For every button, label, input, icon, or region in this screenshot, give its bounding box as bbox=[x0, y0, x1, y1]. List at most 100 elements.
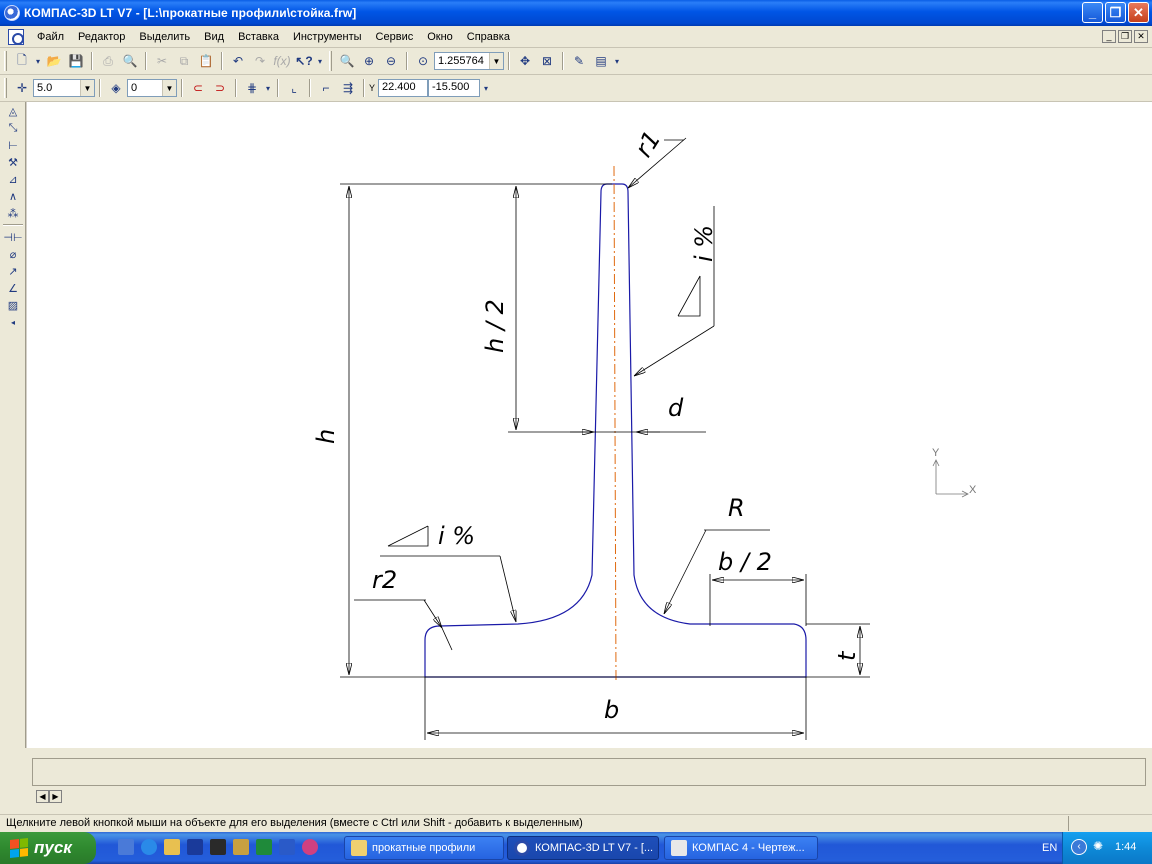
properties-field[interactable] bbox=[32, 758, 1146, 786]
task-kompas-lt[interactable]: КОМПАС-3D LT V7 - [... bbox=[507, 836, 659, 860]
menu-file[interactable]: Файл bbox=[30, 31, 71, 43]
drawing-svg[interactable]: h h / 2 d r1 i % R b / 2 t i % r2 b Y X bbox=[27, 102, 1152, 748]
quicklaunch-paint-icon[interactable] bbox=[233, 839, 249, 855]
menu-help[interactable]: Справка bbox=[460, 31, 517, 43]
hatch-icon[interactable]: ▨ bbox=[3, 297, 23, 313]
select-icon[interactable]: ⁂ bbox=[3, 205, 23, 221]
help-pointer-icon[interactable]: ↖? bbox=[294, 51, 314, 71]
pan-icon[interactable]: ✥ bbox=[515, 51, 535, 71]
help-dropdown-icon[interactable]: ▾ bbox=[316, 51, 324, 71]
scroll-right-icon[interactable]: ▶ bbox=[49, 790, 62, 803]
print-preview-icon[interactable]: 🔍 bbox=[120, 51, 140, 71]
tray-expand-icon[interactable]: ‹ bbox=[1071, 839, 1087, 855]
menu-window[interactable]: Окно bbox=[420, 31, 460, 43]
restore-button[interactable]: ❐ bbox=[1105, 2, 1126, 23]
coords-dropdown-icon[interactable]: ▾ bbox=[481, 78, 491, 98]
half-b-label[interactable]: b / 2 bbox=[718, 548, 772, 576]
r2-label[interactable]: r2 bbox=[372, 566, 397, 594]
zoom-scale-icon[interactable]: ⊙ bbox=[413, 51, 433, 71]
doc-close-button[interactable]: ✕ bbox=[1134, 30, 1148, 43]
local-cs-icon[interactable]: ⌞ bbox=[284, 78, 304, 98]
grid-dropdown-icon[interactable]: ▾ bbox=[264, 78, 272, 98]
slope-bottom-label[interactable]: i % bbox=[438, 522, 475, 550]
ortho-icon[interactable]: ⌐ bbox=[316, 78, 336, 98]
angular-dimension-icon[interactable]: ∠ bbox=[3, 280, 23, 296]
menu-view[interactable]: Вид bbox=[197, 31, 231, 43]
task-kompas-4[interactable]: КОМПАС 4 - Чертеж... bbox=[664, 836, 818, 860]
slope-top-label[interactable]: i % bbox=[690, 225, 718, 262]
print-icon[interactable]: ⎙ bbox=[98, 51, 118, 71]
geometry-icon[interactable]: ◬ bbox=[3, 103, 23, 119]
b-label[interactable]: b bbox=[604, 696, 619, 724]
quicklaunch-app-icon[interactable] bbox=[210, 839, 226, 855]
start-button[interactable]: пуск bbox=[0, 832, 96, 864]
paste-icon[interactable]: 📋 bbox=[196, 51, 216, 71]
quicklaunch-word-icon[interactable] bbox=[279, 839, 295, 855]
linear-dimension-icon[interactable]: ⊣⊢ bbox=[3, 229, 23, 245]
diameter-dimension-icon[interactable]: ⌀ bbox=[3, 246, 23, 262]
function-icon[interactable]: f(x) bbox=[272, 51, 292, 71]
volume-icon[interactable]: ✺ bbox=[1093, 839, 1109, 855]
minimize-button[interactable]: _ bbox=[1082, 2, 1103, 23]
coord-y-field[interactable]: -15.500 bbox=[428, 79, 481, 97]
measure-icon[interactable]: ∧ bbox=[3, 188, 23, 204]
zoom-combo[interactable]: 1.255764 ▼ bbox=[434, 52, 504, 70]
kompas-app-icon[interactable] bbox=[4, 5, 20, 21]
grid-icon[interactable]: ⋕ bbox=[242, 78, 262, 98]
quicklaunch-grid-icon[interactable] bbox=[187, 839, 203, 855]
document-icon[interactable] bbox=[8, 28, 24, 45]
copy-icon[interactable]: ⧉ bbox=[174, 51, 194, 71]
coord-x-field[interactable]: 22.400 bbox=[378, 79, 429, 97]
panel-icon[interactable]: ▤ bbox=[591, 51, 611, 71]
chevron-down-icon[interactable]: ▼ bbox=[80, 80, 94, 96]
layer-combo[interactable]: 0 ▼ bbox=[127, 79, 177, 97]
close-button[interactable]: ✕ bbox=[1128, 2, 1149, 23]
step-combo[interactable]: 5.0 ▼ bbox=[33, 79, 95, 97]
undo-icon[interactable]: ↶ bbox=[228, 51, 248, 71]
hammer-icon[interactable]: ⚒ bbox=[3, 154, 23, 170]
r1-label[interactable]: r1 bbox=[629, 126, 666, 162]
menu-insert[interactable]: Вставка bbox=[231, 31, 286, 43]
properties-icon[interactable]: ✎ bbox=[569, 51, 589, 71]
zoom-out-icon[interactable]: ⊖ bbox=[381, 51, 401, 71]
round-coords-icon[interactable]: ⇶ bbox=[338, 78, 358, 98]
drawing-canvas[interactable]: h h / 2 d r1 i % R b / 2 t i % r2 b Y X bbox=[27, 102, 1152, 748]
designation-icon[interactable]: ⊿ bbox=[3, 171, 23, 187]
quicklaunch-folder-icon[interactable] bbox=[164, 839, 180, 855]
panel-dropdown-icon[interactable]: ▾ bbox=[613, 51, 621, 71]
new-document-icon[interactable]: 🗋 bbox=[12, 51, 32, 71]
quicklaunch-ie-icon[interactable] bbox=[141, 839, 157, 855]
quicklaunch-kompas-icon[interactable] bbox=[118, 839, 134, 855]
toolbar-grip[interactable] bbox=[4, 78, 7, 98]
open-folder-icon[interactable]: 📂 bbox=[44, 51, 64, 71]
h-label[interactable]: h bbox=[312, 429, 340, 444]
zoom-window-icon[interactable]: 🔍 bbox=[337, 51, 357, 71]
new-dropdown-icon[interactable]: ▾ bbox=[34, 51, 42, 71]
redo-icon[interactable]: ↷ bbox=[250, 51, 270, 71]
expand-arrow-icon[interactable]: ◂ bbox=[3, 314, 23, 330]
task-folder[interactable]: прокатные профили bbox=[344, 836, 504, 860]
show-all-icon[interactable]: ⊠ bbox=[537, 51, 557, 71]
menu-service[interactable]: Сервис bbox=[369, 31, 421, 43]
t-label[interactable]: t bbox=[833, 650, 861, 661]
cursor-step-icon[interactable]: ✛ bbox=[12, 78, 32, 98]
chevron-down-icon[interactable]: ▼ bbox=[489, 53, 503, 69]
quicklaunch-media-icon[interactable] bbox=[302, 839, 318, 855]
doc-minimize-button[interactable]: _ bbox=[1102, 30, 1116, 43]
layers-icon[interactable]: ◈ bbox=[106, 78, 126, 98]
save-icon[interactable]: 💾 bbox=[66, 51, 86, 71]
d-label[interactable]: d bbox=[668, 394, 684, 422]
radial-dimension-icon[interactable]: ↗ bbox=[3, 263, 23, 279]
scroll-left-icon[interactable]: ◀ bbox=[36, 790, 49, 803]
cut-icon[interactable]: ✂ bbox=[152, 51, 172, 71]
language-indicator[interactable]: EN bbox=[1042, 842, 1057, 854]
menu-edit[interactable]: Редактор bbox=[71, 31, 132, 43]
menu-select[interactable]: Выделить bbox=[132, 31, 197, 43]
chevron-down-icon[interactable]: ▼ bbox=[162, 80, 176, 96]
toolbar-grip[interactable] bbox=[329, 51, 332, 71]
dimensions-icon[interactable]: ⊢ bbox=[3, 137, 23, 153]
toolbar-grip[interactable] bbox=[4, 51, 7, 71]
snap-magnet-icon[interactable]: ⊂ bbox=[188, 78, 208, 98]
quicklaunch-excel-icon[interactable] bbox=[256, 839, 272, 855]
clock[interactable]: 1:44 bbox=[1115, 841, 1136, 853]
